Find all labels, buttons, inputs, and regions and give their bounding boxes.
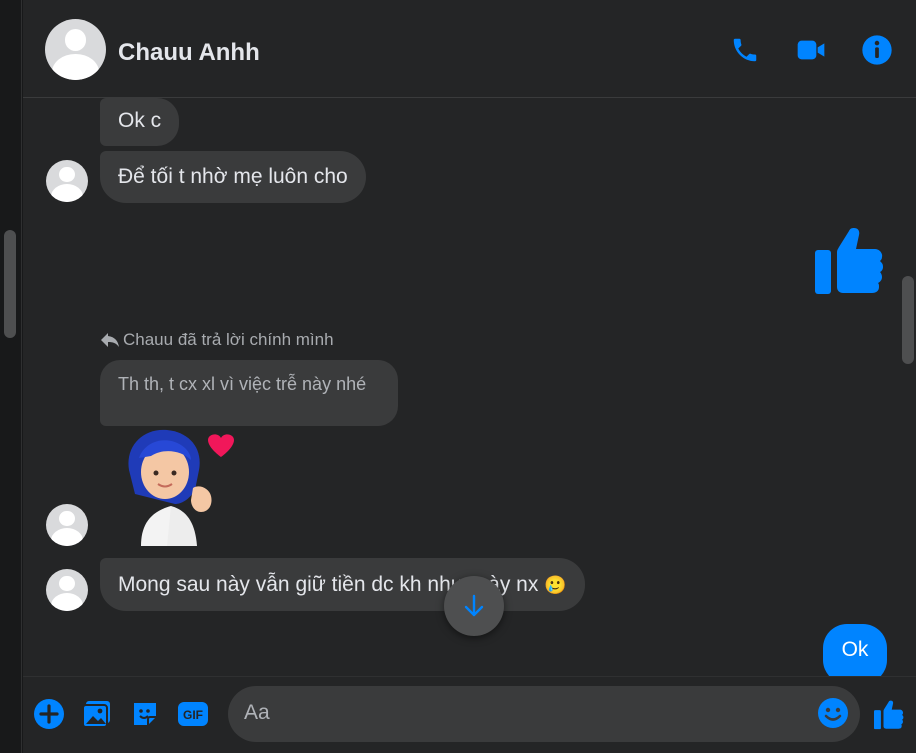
message-list: Ok c Để tối t nhờ mẹ luôn cho Chauu đã t… xyxy=(23,98,916,676)
sender-avatar[interactable] xyxy=(46,569,88,611)
send-like-button[interactable] xyxy=(873,697,907,731)
arrow-down-icon xyxy=(464,594,484,617)
video-camera-icon xyxy=(797,40,825,60)
contact-avatar[interactable] xyxy=(45,19,106,80)
message-scrollbar[interactable] xyxy=(902,276,914,364)
phone-call-button[interactable] xyxy=(728,33,762,67)
thumbs-up-icon xyxy=(815,228,883,294)
blue-hair-girl-heart-sticker[interactable] xyxy=(123,428,238,546)
sender-avatar[interactable] xyxy=(46,504,88,546)
message-input-box xyxy=(228,686,860,742)
reply-indicator-text: Chauu đã trả lời chính mình xyxy=(123,330,334,349)
scroll-to-bottom-button[interactable] xyxy=(444,576,504,636)
reply-arrow-icon xyxy=(101,333,119,347)
thumbs-up-icon xyxy=(874,700,904,730)
left-panel-edge xyxy=(0,0,22,753)
reply-indicator: Chauu đã trả lời chính mình xyxy=(101,330,334,350)
video-call-button[interactable] xyxy=(794,33,828,67)
received-message[interactable]: Mong sau này vẫn giữ tiền dc kh nhưt này… xyxy=(100,558,585,611)
sticker-button[interactable] xyxy=(128,697,162,731)
conversation-info-button[interactable] xyxy=(860,33,894,67)
sent-message[interactable]: Ok xyxy=(823,624,887,676)
more-actions-button[interactable] xyxy=(32,697,66,731)
received-message[interactable]: Để tối t nhờ mẹ luôn cho xyxy=(100,151,366,203)
emoji-icon xyxy=(818,698,848,728)
gif-button[interactable]: GIF xyxy=(176,697,210,731)
chat-window: Chauu Anhh Ok c Để tối t nhờ mẹ luôn cho… xyxy=(23,0,916,753)
phone-icon xyxy=(733,38,757,62)
quoted-message[interactable]: Th th, t cx xl vì việc trễ này nhé xyxy=(100,360,398,426)
sticker-icon xyxy=(134,703,156,725)
plus-icon xyxy=(34,699,64,729)
chat-header: Chauu Anhh xyxy=(23,0,916,98)
left-scrollbar[interactable] xyxy=(4,230,16,338)
composer-bar: GIF xyxy=(23,676,916,753)
image-icon xyxy=(82,701,110,728)
received-message[interactable]: Ok c xyxy=(100,98,180,146)
crying-smile-emoji: 🥲 xyxy=(544,575,567,595)
emoji-picker-button[interactable] xyxy=(816,696,850,730)
sender-avatar[interactable] xyxy=(46,160,88,202)
info-icon xyxy=(862,35,892,65)
contact-name[interactable]: Chauu Anhh xyxy=(118,39,260,67)
message-input[interactable] xyxy=(244,701,804,725)
attach-image-button[interactable] xyxy=(80,697,114,731)
gif-icon: GIF xyxy=(178,702,208,726)
gif-label: GIF xyxy=(183,708,203,722)
